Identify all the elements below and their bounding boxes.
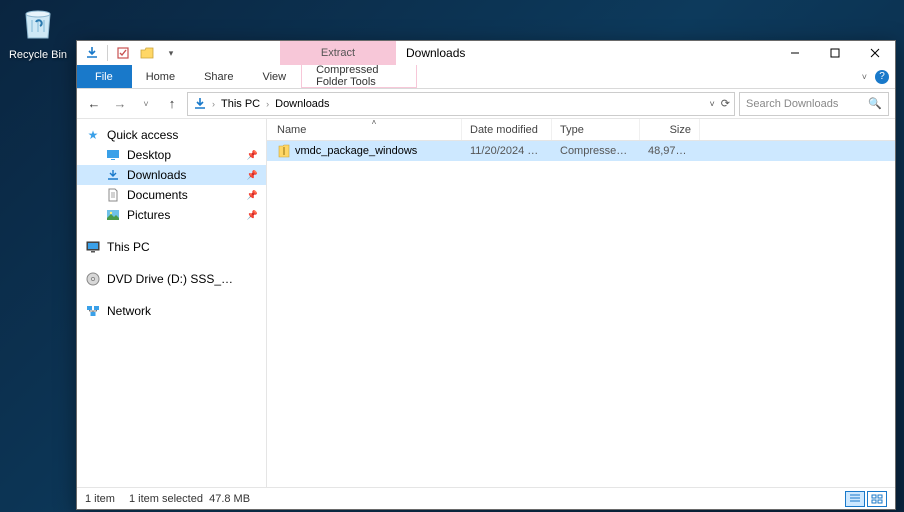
nav-pictures[interactable]: Pictures 📌 (77, 205, 266, 225)
back-button[interactable]: ← (83, 93, 105, 115)
view-large-icons-button[interactable] (867, 491, 887, 507)
downloads-icon (105, 167, 121, 183)
nav-desktop-label: Desktop (127, 148, 171, 162)
file-rows[interactable]: vmdc_package_windows 11/20/2024 4:46 AM … (267, 141, 895, 487)
quick-access-toolbar: ▾ (77, 41, 186, 65)
nav-dvd-drive[interactable]: DVD Drive (D:) SSS_X64 (77, 269, 266, 289)
pin-icon: 📌 (247, 190, 258, 201)
zip-file-icon (277, 144, 291, 158)
window-controls (775, 41, 895, 65)
column-name[interactable]: ˄ Name (267, 119, 462, 140)
search-placeholder: Search Downloads (746, 98, 838, 110)
chevron-right-icon[interactable]: › (210, 99, 217, 109)
nav-network[interactable]: Network (77, 301, 266, 321)
qat-separator (107, 45, 108, 61)
tab-file[interactable]: File (77, 65, 132, 88)
file-date-cell: 11/20/2024 4:46 AM (462, 145, 552, 157)
recycle-bin-label: Recycle Bin (8, 49, 68, 61)
search-box[interactable]: Search Downloads 🔍 (739, 92, 889, 116)
nav-network-label: Network (107, 304, 151, 318)
navigation-pane: ★ Quick access Desktop 📌 Downloads 📌 Doc… (77, 119, 267, 487)
pin-icon: 📌 (247, 150, 258, 161)
nav-downloads[interactable]: Downloads 📌 (77, 165, 266, 185)
nav-pictures-label: Pictures (127, 208, 170, 222)
qat-customize-button[interactable]: ▾ (160, 42, 182, 64)
pin-icon: 📌 (247, 170, 258, 181)
nav-documents[interactable]: Documents 📌 (77, 185, 266, 205)
dvd-icon (85, 271, 101, 287)
column-type[interactable]: Type (552, 119, 640, 140)
tab-share[interactable]: Share (190, 65, 248, 88)
nav-documents-label: Documents (127, 188, 188, 202)
file-size-cell: 48,978 KB (640, 145, 700, 157)
breadcrumb-downloads[interactable]: Downloads (273, 98, 331, 110)
nav-quick-access[interactable]: ★ Quick access (77, 125, 266, 145)
forward-button[interactable]: → (109, 93, 131, 115)
title-bar: ▾ Extract Downloads (77, 41, 895, 65)
desktop-icon (105, 147, 121, 163)
help-icon[interactable]: ? (875, 70, 889, 84)
column-headers: ˄ Name Date modified Type Size (267, 119, 895, 141)
pictures-icon (105, 207, 121, 223)
search-icon: 🔍 (868, 97, 882, 110)
nav-this-pc[interactable]: This PC (77, 237, 266, 257)
file-row[interactable]: vmdc_package_windows 11/20/2024 4:46 AM … (267, 141, 895, 161)
properties-qat-button[interactable] (112, 42, 134, 64)
chevron-right-icon[interactable]: › (264, 99, 271, 109)
downloads-qat-icon[interactable] (81, 42, 103, 64)
nav-this-pc-label: This PC (107, 240, 150, 254)
tab-home[interactable]: Home (132, 65, 190, 88)
address-dropdown-button[interactable]: ˅ (710, 99, 715, 109)
nav-desktop[interactable]: Desktop 📌 (77, 145, 266, 165)
explorer-body: ★ Quick access Desktop 📌 Downloads 📌 Doc… (77, 119, 895, 487)
sort-indicator-icon: ˄ (277, 118, 471, 127)
column-size[interactable]: Size (640, 119, 700, 140)
recycle-bin-icon (18, 2, 58, 42)
view-details-button[interactable] (845, 491, 865, 507)
file-type-cell: Compressed (zipp... (552, 145, 640, 157)
network-icon (85, 303, 101, 319)
refresh-button[interactable]: ⟳ (721, 97, 730, 110)
file-name: vmdc_package_windows (295, 145, 417, 157)
context-tab-header: Extract (280, 41, 396, 65)
address-bar[interactable]: › This PC › Downloads ˅ ⟳ (187, 92, 735, 116)
status-item-count: 1 item (85, 493, 115, 505)
close-button[interactable] (855, 41, 895, 65)
new-folder-qat-button[interactable] (136, 42, 158, 64)
tab-compressed-folder-tools[interactable]: Compressed Folder Tools (301, 65, 417, 88)
ribbon-expand-button[interactable]: ˅ (862, 72, 867, 82)
pin-icon: 📌 (247, 210, 258, 221)
nav-quick-access-label: Quick access (107, 128, 178, 142)
file-name-cell: vmdc_package_windows (267, 144, 462, 158)
nav-downloads-label: Downloads (127, 168, 186, 182)
file-list: ˄ Name Date modified Type Size vmdc_pack… (267, 119, 895, 487)
recycle-bin[interactable]: Recycle Bin (8, 2, 68, 61)
up-button[interactable]: ↑ (161, 93, 183, 115)
downloads-location-icon (192, 96, 208, 112)
ribbon-tabs: File Home Share View Compressed Folder T… (77, 65, 895, 89)
minimize-button[interactable] (775, 41, 815, 65)
status-selection: 1 item selected 47.8 MB (129, 493, 250, 505)
recent-locations-button[interactable]: ˅ (135, 93, 157, 115)
this-pc-icon (85, 239, 101, 255)
breadcrumb-this-pc[interactable]: This PC (219, 98, 262, 110)
file-explorer-window: ▾ Extract Downloads File Home Share View… (76, 40, 896, 510)
nav-dvd-label: DVD Drive (D:) SSS_X64 (107, 272, 237, 286)
status-bar: 1 item 1 item selected 47.8 MB (77, 487, 895, 509)
address-bar-row: ← → ˅ ↑ › This PC › Downloads ˅ ⟳ Search… (77, 89, 895, 119)
maximize-button[interactable] (815, 41, 855, 65)
documents-icon (105, 187, 121, 203)
tab-view[interactable]: View (248, 65, 301, 88)
window-title: Downloads (396, 41, 775, 65)
star-icon: ★ (85, 127, 101, 143)
column-date[interactable]: Date modified (462, 119, 552, 140)
